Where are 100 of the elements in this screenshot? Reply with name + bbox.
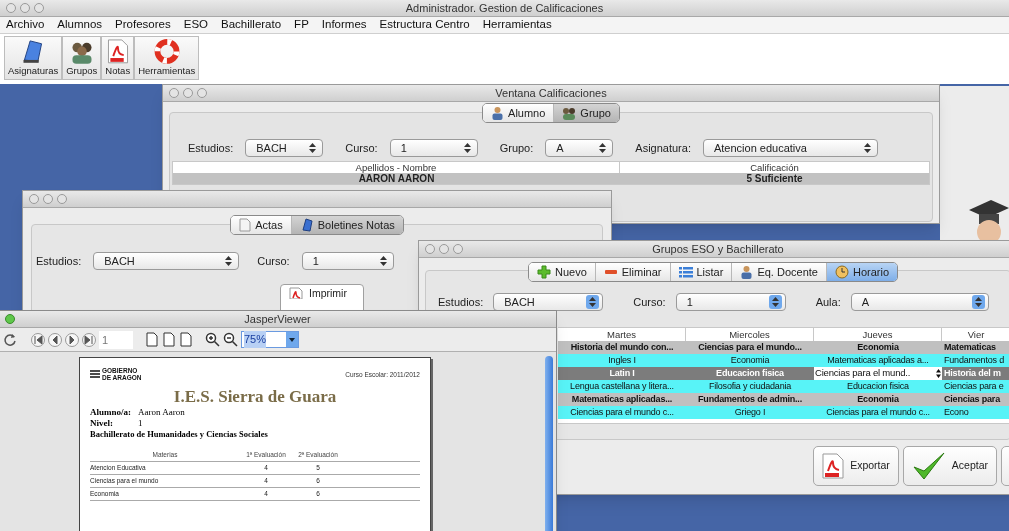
- caret-icon: [289, 337, 295, 342]
- table-row[interactable]: Matematicas aplicadas... Fundamentos de admin... Economia Ciencias para: [558, 393, 1009, 406]
- cell-dropdown[interactable]: Ciencias para el mund..: [814, 367, 942, 380]
- dropdown[interactable]: 1: [301, 252, 394, 270]
- last-page-icon[interactable]: [82, 332, 96, 347]
- table-row[interactable]: Historia del mundo con... Ciencias para el mundo... Economia Matematicas: [558, 341, 1009, 354]
- menu-item[interactable]: FP: [294, 16, 309, 34]
- dropdown[interactable]: Atencion educativa: [702, 139, 878, 157]
- field-value: Aaron Aaron: [138, 407, 185, 418]
- table-cell-text: Economia: [856, 341, 900, 354]
- document-icon: [239, 218, 252, 232]
- tab[interactable]: Listar: [669, 263, 732, 281]
- export-button[interactable]: Exportar: [813, 446, 899, 486]
- lifebuoy-icon: [153, 39, 180, 64]
- zoom-out-icon[interactable]: [223, 332, 238, 347]
- dropdown[interactable]: A: [545, 139, 614, 157]
- book-icon: [299, 218, 314, 232]
- school-title: I.E.S. Sierra de Guara: [173, 387, 337, 407]
- tab[interactable]: Eq. Docente: [731, 263, 826, 281]
- previous-page-icon[interactable]: [48, 332, 62, 347]
- table-cell-text: Filosofia y ciudadania: [707, 380, 793, 393]
- pdf-file-icon: [289, 287, 303, 299]
- stepper-icon: [936, 369, 941, 378]
- dropdown[interactable]: BACH: [245, 139, 324, 157]
- stepper-icon: [771, 297, 779, 307]
- toolbar-button[interactable]: Grupos: [62, 36, 102, 80]
- menu-item[interactable]: Bachillerato: [221, 16, 282, 34]
- table-cell-text: Historia del m: [943, 367, 1002, 380]
- toolbar-button[interactable]: Notas: [101, 36, 135, 80]
- window-title: Administrador. Gestion de Calificaciones: [405, 0, 604, 16]
- tab[interactable]: Horario: [825, 263, 898, 281]
- table-cell-text: Matematicas aplicadas...: [570, 393, 674, 406]
- table-row[interactable]: Latin I Educacion fisica Ciencias para el mund.. Historia del m: [558, 367, 1009, 380]
- zoom-in-icon[interactable]: [205, 332, 220, 347]
- table-row[interactable]: Ingles I Economia Matematicas aplicadas a... Fundamentos d: [558, 354, 1009, 367]
- field-label: Grupo:: [499, 140, 534, 156]
- reload-icon[interactable]: [3, 332, 17, 347]
- field-label: Estudios:: [188, 140, 234, 156]
- field-value: 1: [138, 418, 143, 429]
- column-header[interactable]: Vier: [942, 328, 1009, 341]
- table-cell-text: Economia: [729, 354, 771, 367]
- tab[interactable]: Eliminar: [594, 263, 670, 281]
- fit-page-icon[interactable]: [162, 332, 176, 347]
- menu-item[interactable]: Herramientas: [482, 16, 552, 34]
- table-cell-text: Matematicas: [943, 341, 997, 354]
- table-cell-text: Historia del mundo con...: [569, 341, 675, 354]
- field-label: Estudios:: [438, 294, 484, 310]
- page-number-field[interactable]: 1: [99, 330, 133, 349]
- window-button[interactable]: [5, 314, 15, 324]
- dropdown[interactable]: 1: [389, 139, 478, 157]
- window-title: Ventana Calificaciones: [495, 85, 607, 101]
- tab[interactable]: Actas: [231, 216, 291, 234]
- scrollbar[interactable]: [545, 356, 553, 531]
- tab[interactable]: Alumno: [483, 104, 554, 122]
- stepper-icon: [463, 143, 471, 153]
- actual-size-icon[interactable]: [145, 332, 159, 347]
- table-row[interactable]: AARON AARON 5 Suficiente: [173, 173, 929, 184]
- list-icon: [678, 265, 693, 279]
- stepper-icon: [599, 143, 607, 153]
- first-page-icon[interactable]: [31, 332, 45, 347]
- table-cell-text: Educacion fisica: [715, 367, 785, 380]
- checkmark-icon: [911, 451, 946, 481]
- dropdown[interactable]: BACH: [93, 252, 240, 270]
- program-name: Bachillerato de Humanidades y Ciencias Sociales: [90, 429, 269, 440]
- tab[interactable]: Boletines Notas: [290, 216, 403, 234]
- table-cell-text: Econo: [943, 406, 970, 419]
- dropdown[interactable]: BACH: [493, 293, 604, 311]
- stepper-icon: [309, 143, 317, 153]
- menu-item[interactable]: Archivo: [6, 16, 45, 34]
- table-row[interactable]: Lengua castellana y litera... Filosofia y ciudadania Educacion fisica Ciencias para e: [558, 380, 1009, 393]
- table-cell-text: Ciencias para: [943, 393, 1002, 406]
- menu-item[interactable]: ESO: [183, 16, 208, 34]
- table-cell-text: Economia: [856, 393, 900, 406]
- table-cell-text: Fundamentos de admin...: [697, 393, 803, 406]
- table-cell-text: Griego I: [733, 406, 767, 419]
- table-cell-text: AARON AARON: [357, 173, 436, 184]
- people-icon: [562, 106, 577, 120]
- table-row[interactable]: Ciencias para el mundo c... Griego I Ciencias para el mundo c... Econo: [558, 406, 1009, 419]
- menu-item[interactable]: Profesores: [115, 16, 171, 34]
- menu-item[interactable]: Informes: [321, 16, 367, 34]
- fit-width-icon[interactable]: [179, 332, 193, 347]
- tab[interactable]: Grupo: [553, 104, 619, 122]
- pdf-file-icon: [822, 453, 845, 479]
- field-label: Curso:: [345, 140, 378, 156]
- window-title: Grupos ESO y Bachillerato: [652, 241, 784, 257]
- stepper-icon: [379, 256, 387, 266]
- toolbar-button[interactable]: Asignaturas: [4, 36, 63, 80]
- menu-item[interactable]: Estructura Centro: [379, 16, 470, 34]
- next-page-icon[interactable]: [65, 332, 79, 347]
- accept-button[interactable]: Aceptar: [902, 446, 997, 486]
- dropdown[interactable]: 1: [675, 293, 786, 311]
- tab[interactable]: Nuevo: [528, 263, 595, 281]
- column-header[interactable]: Calificación: [620, 162, 929, 173]
- person-icon: [740, 265, 754, 279]
- field-label: Estudios:: [36, 253, 82, 269]
- zoom-dropdown[interactable]: 75%: [241, 331, 299, 348]
- menu-item[interactable]: Alumnos: [57, 16, 103, 34]
- toolbar-button[interactable]: Herramientas: [134, 36, 200, 80]
- dropdown[interactable]: A: [850, 293, 989, 311]
- stepper-icon: [974, 297, 982, 307]
